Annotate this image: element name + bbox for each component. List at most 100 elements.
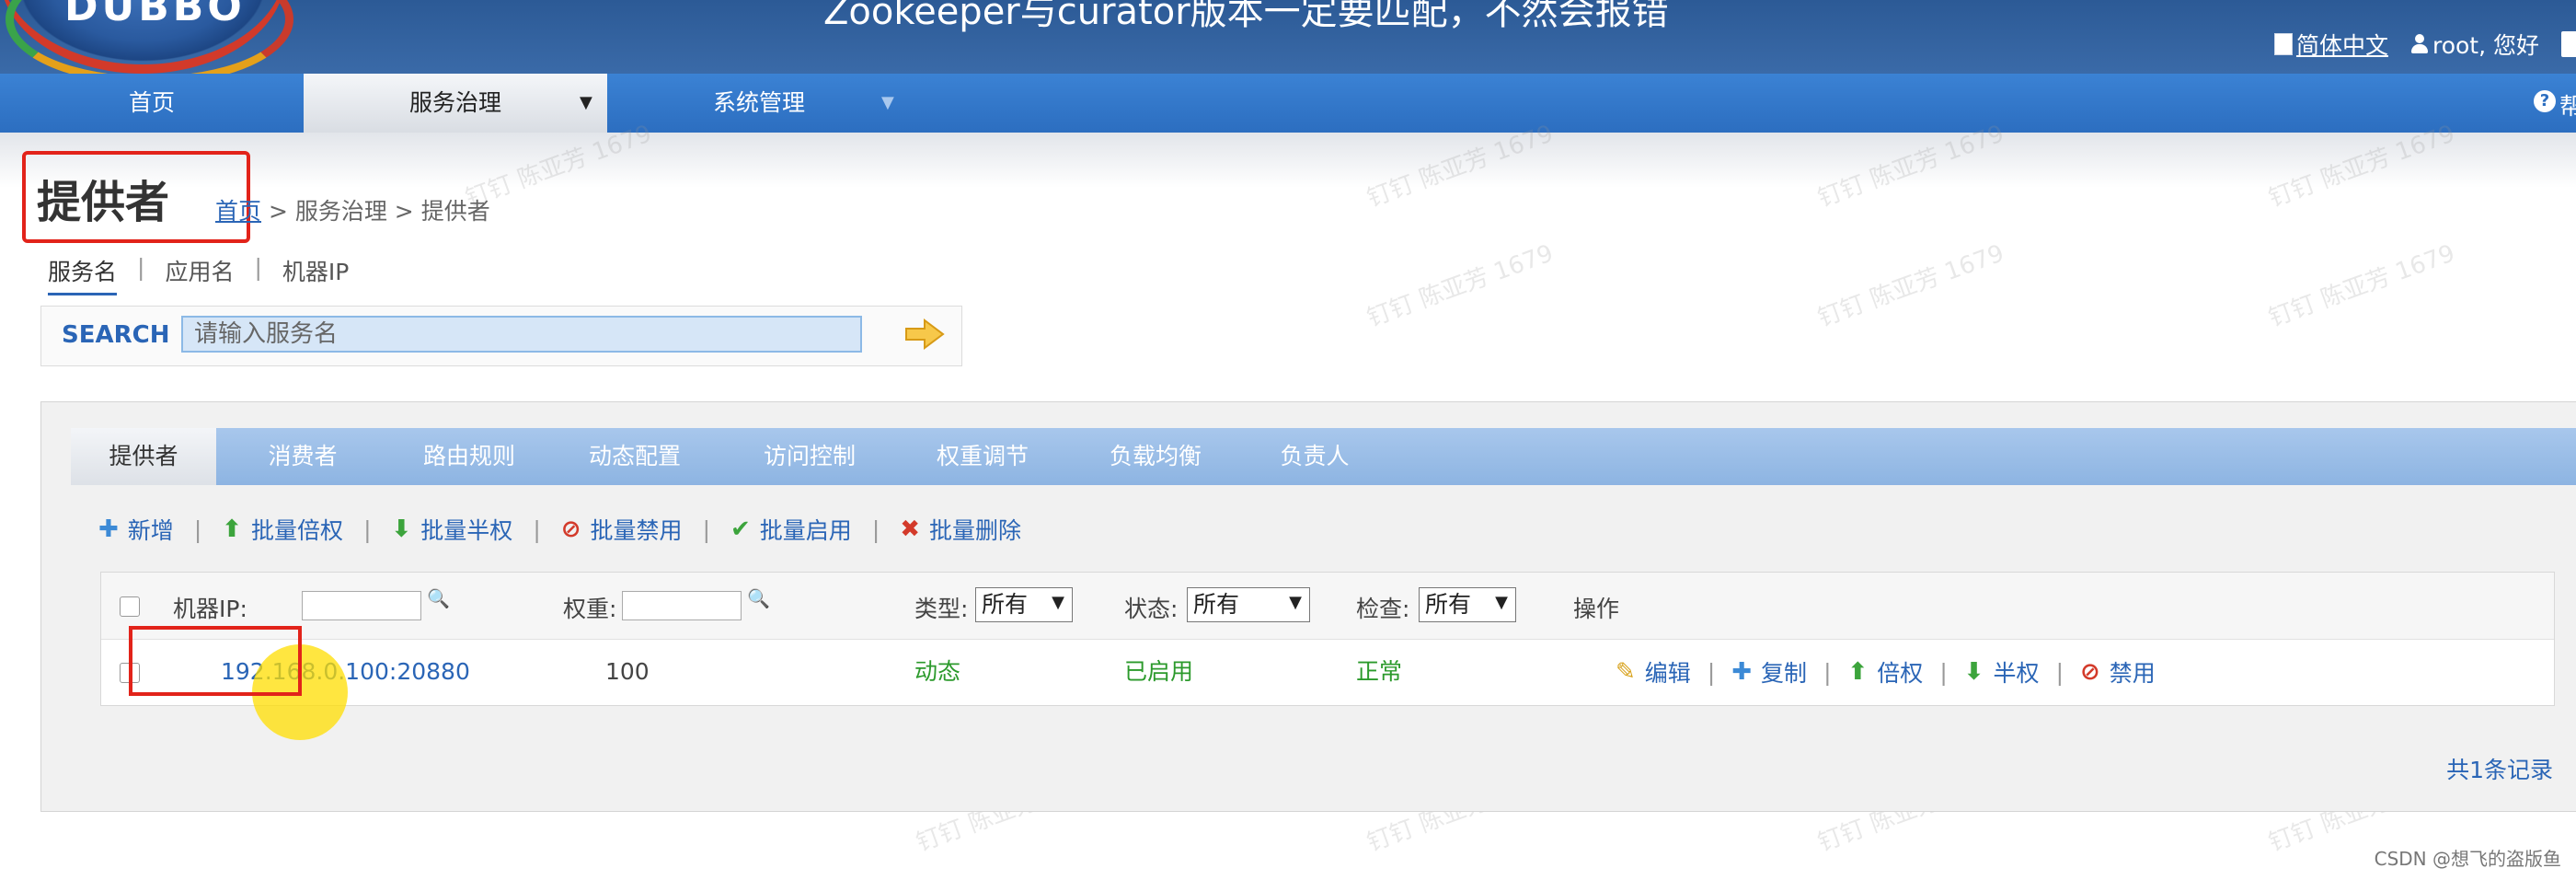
breadcrumb-trail: > 服务治理 > 提供者 — [261, 198, 490, 225]
plus-icon: ✚ — [1731, 658, 1753, 686]
tab-weight-adjust[interactable]: 权重调节 — [914, 428, 1052, 485]
copy-label: 复制 — [1761, 660, 1808, 687]
provider-table: 机器IP: 🔍 权重: 🔍 类型: 所有 ▼ 状态: 所有 ▼ 检查: 所有 ▼ 操作… — [100, 572, 2555, 706]
search-input[interactable] — [181, 316, 862, 353]
provider-check: 正常 — [1356, 658, 1403, 685]
half-weight-button[interactable]: ⬇ 半权 — [1964, 655, 2040, 689]
batch-disable-button[interactable]: ⊘ 批量禁用 — [561, 513, 683, 546]
provider-status: 已启用 — [1124, 658, 1194, 685]
subtab-machine-ip[interactable]: 机器IP — [282, 254, 349, 295]
row-operations: ✎ 编辑 | ✚ 复制 | ⬆ 倍权 | ⬇ 半权 | ⊘ 禁用 — [1616, 639, 2156, 705]
language-switch[interactable]: 简体中文 — [2273, 28, 2388, 61]
logout-icon[interactable] — [2561, 31, 2576, 57]
arrow-down-icon: ⬇ — [391, 515, 412, 543]
add-label: 新增 — [127, 517, 174, 544]
status-select[interactable]: 所有 ▼ — [1187, 587, 1310, 622]
top-header: DUBBO Zookeeper与curator版本一定要匹配，不然会报错 简体中… — [0, 0, 2576, 85]
add-button[interactable]: ✚ 新增 — [98, 513, 174, 546]
batch-half-label: 批量半权 — [420, 517, 513, 544]
copy-button[interactable]: ✚ 复制 — [1731, 655, 1807, 689]
close-icon: ✖ — [900, 515, 921, 543]
nav-system-management[interactable]: 系统管理 ▼ — [607, 74, 911, 133]
footer-credit: CSDN @想飞的盗版鱼 — [2374, 848, 2561, 870]
table-row: 192.168.0.100:20880 100 动态 已启用 正常 ✎ 编辑 | … — [101, 639, 2554, 705]
chevron-down-icon: ▼ — [1495, 593, 1508, 612]
search-icon[interactable]: 🔍 — [427, 587, 450, 609]
check-select[interactable]: 所有 ▼ — [1419, 587, 1516, 622]
batch-double-label: 批量倍权 — [251, 517, 344, 544]
check-header: 检查: — [1356, 596, 1410, 622]
operations-header: 操作 — [1573, 596, 1620, 622]
double-weight-button[interactable]: ⬆ 倍权 — [1848, 655, 1924, 689]
tab-owners[interactable]: 负责人 — [1259, 428, 1370, 485]
edit-button[interactable]: ✎ 编辑 — [1616, 655, 1691, 689]
tab-providers[interactable]: 提供者 — [71, 428, 216, 485]
weight-filter-input[interactable] — [622, 591, 742, 620]
ip-header: 机器IP: — [173, 596, 247, 622]
batch-half-weight-button[interactable]: ⬇ 批量半权 — [392, 513, 513, 546]
divider: | — [533, 515, 541, 543]
search-bar: SEARCH — [40, 306, 962, 366]
half-weight-label: 半权 — [1993, 660, 2040, 687]
tab-consumers[interactable]: 消费者 — [238, 428, 367, 485]
annotation-box — [129, 626, 302, 696]
tab-dynamic-config[interactable]: 动态配置 — [566, 428, 704, 485]
status-select-value: 所有 — [1193, 591, 1240, 618]
tab-load-balance[interactable]: 负载均衡 — [1087, 428, 1225, 485]
user-info: root, 您好 — [2410, 28, 2539, 61]
video-caption: Zookeeper与curator版本一定要匹配，不然会报错 — [823, 0, 1669, 33]
tab-routing-rules[interactable]: 路由规则 — [400, 428, 538, 485]
plus-icon: ✚ — [98, 515, 119, 543]
type-select[interactable]: 所有 ▼ — [975, 587, 1073, 622]
status-header: 状态: — [1124, 596, 1179, 622]
batch-double-weight-button[interactable]: ⬆ 批量倍权 — [222, 513, 343, 546]
breadcrumb: 首页 > 服务治理 > 提供者 — [215, 193, 490, 226]
subtab-application-name[interactable]: 应用名 — [165, 254, 234, 295]
batch-disable-label: 批量禁用 — [590, 517, 683, 544]
tab-access-control[interactable]: 访问控制 — [741, 428, 879, 485]
help-icon[interactable]: ? — [2534, 90, 2556, 112]
arrow-down-icon: ⬇ — [1963, 658, 1984, 686]
nav-system-management-label: 系统管理 — [712, 89, 805, 116]
ip-filter-input[interactable] — [302, 591, 421, 620]
search-label: SEARCH — [62, 321, 170, 349]
help-link[interactable]: 帮 — [2559, 88, 2576, 122]
divider: | — [137, 254, 145, 281]
nav-home[interactable]: 首页 — [0, 74, 304, 133]
divider: | — [1823, 658, 1832, 686]
edit-label: 编辑 — [1644, 660, 1691, 687]
main-nav: 首页 服务治理 ▼ 系统管理 ▼ ? 帮 — [0, 74, 2576, 133]
chevron-down-icon: ▼ — [1289, 593, 1302, 612]
search-icon[interactable]: 🔍 — [747, 587, 770, 609]
nav-service-governance[interactable]: 服务治理 ▼ — [304, 74, 607, 133]
provider-panel: 提供者 消费者 路由规则 动态配置 访问控制 权重调节 负载均衡 负责人 ✚ 新增… — [40, 401, 2576, 812]
governance-tabs: 提供者 消费者 路由规则 动态配置 访问控制 权重调节 负载均衡 负责人 — [71, 428, 2576, 485]
divider: | — [363, 515, 372, 543]
pencil-icon: ✎ — [1616, 658, 1636, 686]
breadcrumb-home-link[interactable]: 首页 — [215, 198, 261, 225]
divider: | — [1939, 658, 1948, 686]
check-select-value: 所有 — [1425, 591, 1472, 618]
search-mode-tabs: 服务名 | 应用名 | 机器IP — [48, 254, 349, 295]
arrow-right-icon[interactable] — [904, 318, 945, 351]
divider: | — [871, 515, 880, 543]
weight-header: 权重: — [563, 596, 617, 622]
language-link[interactable]: 简体中文 — [2296, 28, 2388, 61]
disable-label: 禁用 — [2109, 660, 2156, 687]
divider: | — [254, 254, 262, 281]
subtab-service-name[interactable]: 服务名 — [48, 254, 118, 295]
batch-toolbar: ✚ 新增 | ⬆ 批量倍权 | ⬇ 批量半权 | ⊘ 批量禁用 | ✔ 批量启用 | ✖ 批… — [98, 513, 1021, 546]
double-weight-label: 倍权 — [1877, 660, 1924, 687]
header-user-area: 简体中文 root, 您好 — [2273, 26, 2576, 63]
user-icon — [2410, 34, 2429, 54]
type-header: 类型: — [914, 596, 969, 622]
select-all-checkbox[interactable] — [120, 596, 140, 617]
table-header: 机器IP: 🔍 权重: 🔍 类型: 所有 ▼ 状态: 所有 ▼ 检查: 所有 ▼ 操作 — [101, 573, 2554, 640]
batch-enable-button[interactable]: ✔ 批量启用 — [730, 513, 852, 546]
batch-delete-label: 批量删除 — [929, 517, 1022, 544]
user-greeting: root, 您好 — [2432, 32, 2539, 59]
divider: | — [193, 515, 202, 543]
batch-delete-button[interactable]: ✖ 批量删除 — [900, 513, 1021, 546]
disable-button[interactable]: ⊘ 禁用 — [2080, 655, 2156, 689]
divider: | — [2055, 658, 2064, 686]
